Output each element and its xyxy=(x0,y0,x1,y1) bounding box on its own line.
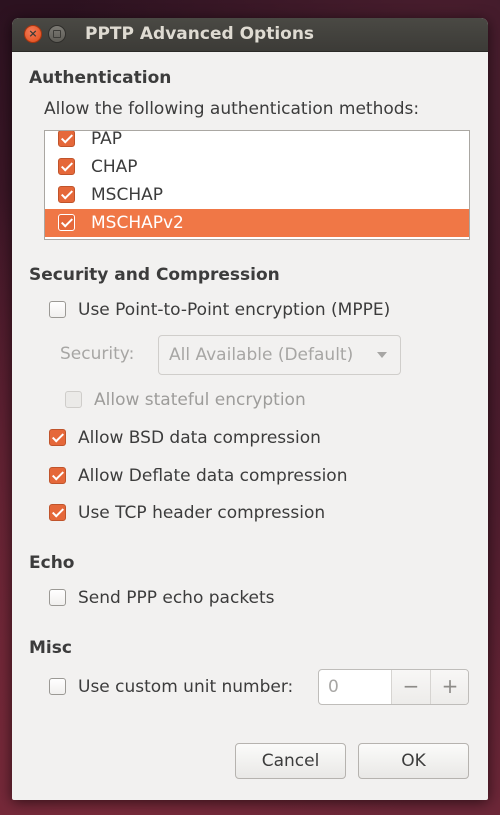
chap-label: CHAP xyxy=(91,157,138,177)
auth-methods-list[interactable]: PAP CHAP MSCHAP MSCHAPv2 xyxy=(44,130,470,240)
minus-icon: − xyxy=(402,674,420,698)
chevron-down-icon xyxy=(377,352,387,358)
pap-checkbox[interactable] xyxy=(58,131,75,147)
deflate-compression-checkbox[interactable] xyxy=(49,467,66,484)
pptp-advanced-options-dialog: × PPTP Advanced Options Authentication A… xyxy=(12,18,488,800)
list-item-chap[interactable]: CHAP xyxy=(45,153,469,181)
window-title: PPTP Advanced Options xyxy=(85,24,315,44)
mschapv2-label: MSCHAPv2 xyxy=(91,213,184,233)
unit-number-input[interactable]: 0 xyxy=(319,670,391,704)
security-label: Security: xyxy=(60,344,135,364)
title-bar[interactable]: × PPTP Advanced Options xyxy=(12,18,488,52)
bsd-compression-label: Allow BSD data compression xyxy=(78,428,321,448)
security-compression-heading: Security and Compression xyxy=(29,265,280,285)
auth-methods-prompt: Allow the following authentication metho… xyxy=(44,99,420,119)
list-item-pap[interactable]: PAP xyxy=(45,130,469,153)
security-select-value: All Available (Default) xyxy=(169,345,354,365)
security-select[interactable]: All Available (Default) xyxy=(158,335,401,375)
tcp-header-compression-checkbox[interactable] xyxy=(49,504,66,521)
custom-unit-label: Use custom unit number: xyxy=(78,677,294,697)
mschap-checkbox[interactable] xyxy=(58,186,75,203)
bsd-compression-checkbox[interactable] xyxy=(49,429,66,446)
echo-packets-label: Send PPP echo packets xyxy=(78,588,275,608)
close-icon: × xyxy=(28,27,38,40)
mppe-label: Use Point-to-Point encryption (MPPE) xyxy=(78,300,391,320)
chap-checkbox[interactable] xyxy=(58,158,75,175)
deflate-compression-label: Allow Deflate data compression xyxy=(78,466,348,486)
cancel-button[interactable]: Cancel xyxy=(235,743,346,779)
custom-unit-checkbox[interactable] xyxy=(49,678,66,695)
plus-icon: + xyxy=(441,674,459,698)
mschapv2-checkbox[interactable] xyxy=(58,214,75,231)
ok-button[interactable]: OK xyxy=(358,743,469,779)
mppe-checkbox[interactable] xyxy=(49,301,66,318)
close-window-button[interactable]: × xyxy=(24,25,42,43)
pap-label: PAP xyxy=(91,130,123,149)
list-item-mschapv2[interactable]: MSCHAPv2 xyxy=(45,209,469,237)
mschap-label: MSCHAP xyxy=(91,185,163,205)
minimize-window-button[interactable] xyxy=(48,25,66,43)
echo-packets-checkbox[interactable] xyxy=(49,589,66,606)
unit-number-spinner[interactable]: 0 − + xyxy=(318,669,469,705)
echo-heading: Echo xyxy=(29,553,75,573)
stateful-encryption-checkbox[interactable] xyxy=(65,391,82,408)
tcp-header-compression-label: Use TCP header compression xyxy=(78,503,326,523)
misc-heading: Misc xyxy=(29,638,72,658)
increment-button[interactable]: + xyxy=(430,670,468,704)
stateful-encryption-label: Allow stateful encryption xyxy=(94,390,306,410)
list-item-mschap[interactable]: MSCHAP xyxy=(45,181,469,209)
authentication-heading: Authentication xyxy=(29,68,172,88)
decrement-button[interactable]: − xyxy=(391,670,430,704)
